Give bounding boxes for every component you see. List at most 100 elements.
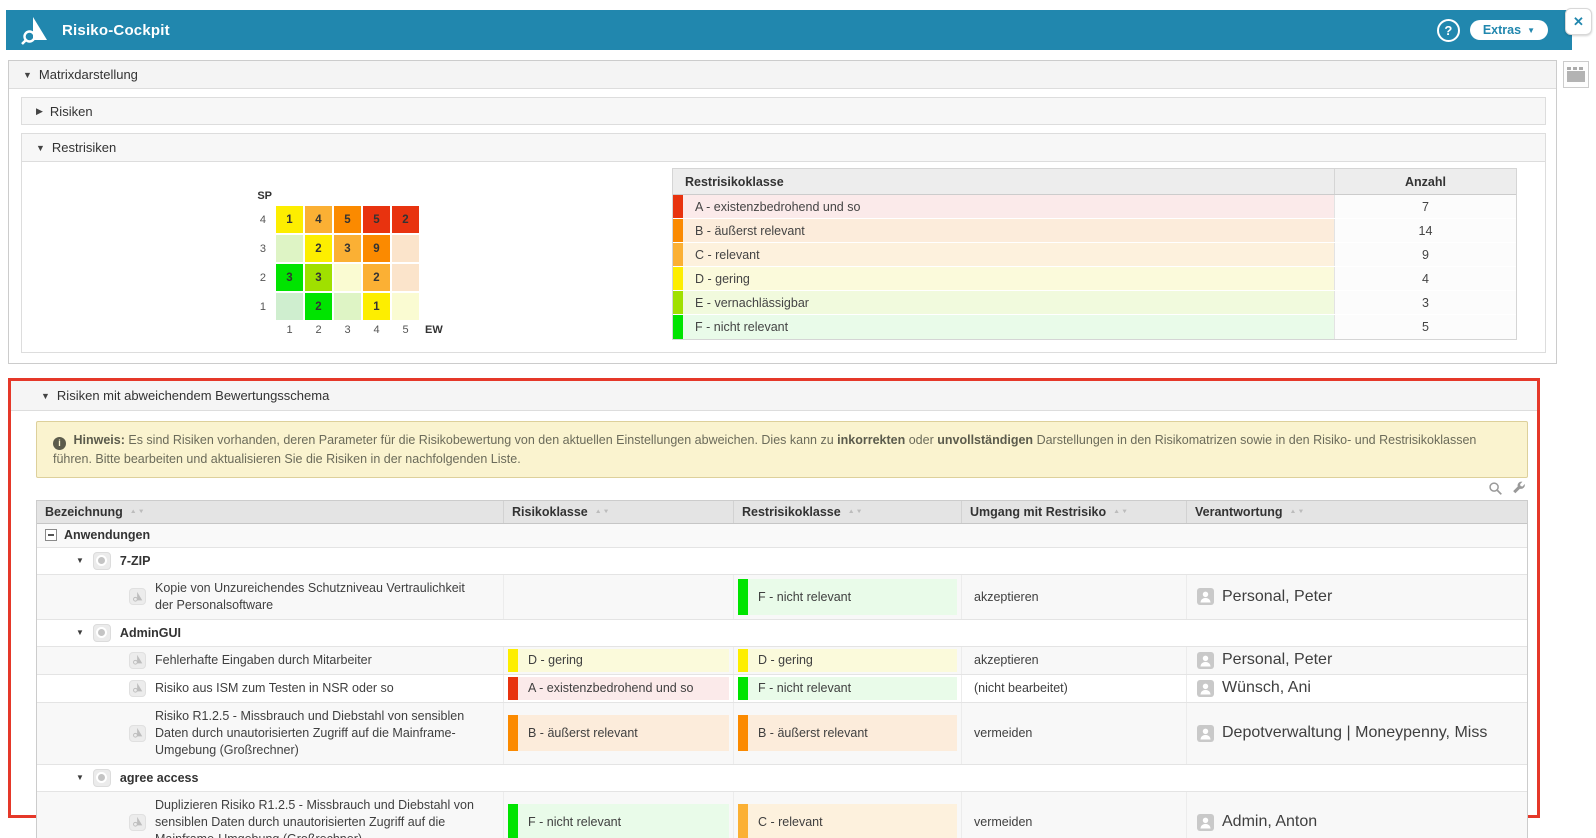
matrix-cell[interactable]: 9	[363, 235, 390, 262]
verantwortung-cell: Personal, Peter	[1186, 647, 1527, 674]
restrisikoklasse-row[interactable]: F - nicht relevant5	[673, 315, 1516, 339]
collapse-triangle-icon[interactable]: ▼	[76, 773, 84, 782]
table-row[interactable]: Kopie von Unzureichendes Schutzniveau Ve…	[37, 575, 1527, 620]
umgang-value: vermeiden	[966, 815, 1032, 829]
column-header-verantwortung[interactable]: Verantwortung▲▼	[1186, 501, 1527, 523]
matrix-cell[interactable]: 5	[334, 206, 361, 233]
risk-item-icon	[129, 814, 146, 831]
matrix-cell[interactable]	[392, 235, 419, 262]
column-header-label: Bezeichnung	[45, 505, 123, 519]
layout-grid-button[interactable]	[1563, 61, 1589, 88]
subgroup-row-agree-access[interactable]: ▼ agree access	[37, 765, 1527, 792]
risk-sail-icon	[132, 816, 144, 828]
app-header-bar: Risiko-Cockpit ? Extras ▼	[6, 10, 1572, 50]
chip-label: C - relevant	[748, 804, 957, 838]
restrisikoklasse-row[interactable]: E - vernachlässigbar3	[673, 291, 1516, 315]
risiken-collapsed-header[interactable]: ▶ Risiken	[21, 97, 1546, 125]
class-color-bar	[673, 315, 683, 339]
matrix-spacer	[392, 190, 419, 204]
matrix-x-tick: 5	[392, 324, 419, 336]
restrisiken-header[interactable]: ▼ Restrisiken	[22, 134, 1545, 162]
matrix-cell[interactable]: 3	[276, 264, 303, 291]
matrix-cell[interactable]	[392, 293, 419, 320]
matrix-cell[interactable]: 3	[305, 264, 332, 291]
restrisikoklasse-row[interactable]: C - relevant9	[673, 243, 1516, 267]
chip-color-bar	[738, 715, 748, 751]
chip-label: F - nicht relevant	[518, 804, 729, 838]
hinweis-text-1: Es sind Risiken vorhanden, deren Paramet…	[128, 433, 833, 447]
sort-icons: ▲▼	[1290, 509, 1306, 515]
chip-color-bar	[738, 804, 748, 838]
extras-label: Extras	[1483, 23, 1521, 37]
subgroup-row-admingui[interactable]: ▼ AdminGUI	[37, 620, 1527, 647]
collapse-triangle-icon[interactable]: ▼	[76, 628, 84, 637]
subgroup-label: AdminGUI	[120, 626, 181, 640]
umgang-cell: vermeiden	[961, 703, 1186, 764]
matrix-spacer	[421, 235, 455, 262]
column-header-umgang-mit-restrisiko[interactable]: Umgang mit Restrisiko▲▼	[961, 501, 1186, 523]
restrisikoklasse-row[interactable]: D - gering4	[673, 267, 1516, 291]
verantwortung-cell: Admin, Anton	[1186, 792, 1527, 838]
risk-item-icon	[129, 588, 146, 605]
help-button[interactable]: ?	[1437, 19, 1460, 42]
wrench-icon[interactable]	[1511, 481, 1526, 496]
matrix-cell[interactable]: 2	[363, 264, 390, 291]
close-button[interactable]: ✕	[1565, 8, 1592, 35]
class-color-bar	[673, 267, 683, 290]
table-row[interactable]: Risiko R1.2.5 - Missbrauch und Diebstahl…	[37, 703, 1527, 765]
subgroup-label: agree access	[120, 771, 199, 785]
matrix-cell[interactable]: 1	[276, 206, 303, 233]
matrix-cell[interactable]: 4	[305, 206, 332, 233]
table-row[interactable]: Duplizieren Risiko R1.2.5 - Missbrauch u…	[37, 792, 1527, 838]
matrix-cell[interactable]: 2	[392, 206, 419, 233]
matrix-x-tick: 2	[305, 324, 332, 336]
matrix-cell[interactable]: 5	[363, 206, 390, 233]
restrisikoklasse-cell: D - gering	[733, 647, 961, 674]
deviating-risks-table-header: Bezeichnung▲▼Risikoklasse▲▼Restrisikokla…	[37, 501, 1527, 524]
matrix-cell[interactable]	[276, 235, 303, 262]
chip-label: D - gering	[748, 649, 957, 672]
class-color-bar	[673, 195, 683, 218]
chip-label: A - existenzbedrohend und so	[518, 677, 729, 700]
restrisikoklasse-cell: F - nicht relevant	[733, 575, 961, 619]
group-row-anwendungen[interactable]: Anwendungen	[37, 524, 1527, 548]
collapse-minus-icon[interactable]	[45, 529, 57, 541]
risk-sail-icon	[132, 654, 144, 666]
restrisikoklasse-row[interactable]: A - existenzbedrohend und so7	[673, 195, 1516, 219]
matrix-cell[interactable]	[334, 293, 361, 320]
table-row[interactable]: Risiko aus ISM zum Testen in NSR oder so…	[37, 675, 1527, 703]
chip-color-bar	[508, 649, 518, 672]
column-header-bezeichnung[interactable]: Bezeichnung▲▼	[37, 501, 503, 523]
info-icon: i	[53, 437, 66, 450]
matrix-cell[interactable]: 2	[305, 235, 332, 262]
hinweis-label: Hinweis:	[73, 433, 124, 447]
risikoklasse-cell: D - gering	[503, 647, 733, 674]
subgroup-row-7-zip[interactable]: ▼7-ZIP	[37, 548, 1527, 575]
matrix-cell[interactable]: 1	[363, 293, 390, 320]
person-icon	[1197, 680, 1214, 697]
risk-sail-icon	[132, 591, 144, 603]
verantwortung-value: Personal, Peter	[1222, 651, 1332, 669]
matrix-cell[interactable]	[392, 264, 419, 291]
column-header-risikoklasse[interactable]: Risikoklasse▲▼	[503, 501, 733, 523]
deviating-risks-header[interactable]: ▼ Risiken mit abweichendem Bewertungssch…	[11, 381, 1537, 411]
matrix-spacer	[276, 190, 303, 204]
restrisikoklasse-cell: C - relevant	[733, 792, 961, 838]
matrixdarstellung-header[interactable]: ▼ Matrixdarstellung	[9, 61, 1556, 89]
collapse-triangle-icon[interactable]: ▼	[76, 556, 84, 565]
matrix-cell[interactable]	[334, 264, 361, 291]
column-header-restrisikoklasse[interactable]: Restrisikoklasse▲▼	[733, 501, 961, 523]
search-icon[interactable]	[1488, 481, 1503, 496]
risikoklasse-cell: F - nicht relevant	[503, 792, 733, 838]
risk-item-icon	[129, 680, 146, 697]
risk-class-chip: D - gering	[508, 649, 729, 672]
risk-name-cell: Risiko R1.2.5 - Missbrauch und Diebstahl…	[37, 703, 503, 764]
matrix-cell[interactable]: 3	[334, 235, 361, 262]
table-row[interactable]: Fehlerhafte Eingaben durch MitarbeiterD …	[37, 647, 1527, 675]
collapse-triangle-icon: ▼	[41, 391, 50, 401]
matrix-cell[interactable]: 2	[305, 293, 332, 320]
restrisikoklasse-row[interactable]: B - äußerst relevant14	[673, 219, 1516, 243]
chip-color-bar	[738, 677, 748, 700]
matrix-cell[interactable]	[276, 293, 303, 320]
extras-button[interactable]: Extras ▼	[1470, 20, 1548, 40]
